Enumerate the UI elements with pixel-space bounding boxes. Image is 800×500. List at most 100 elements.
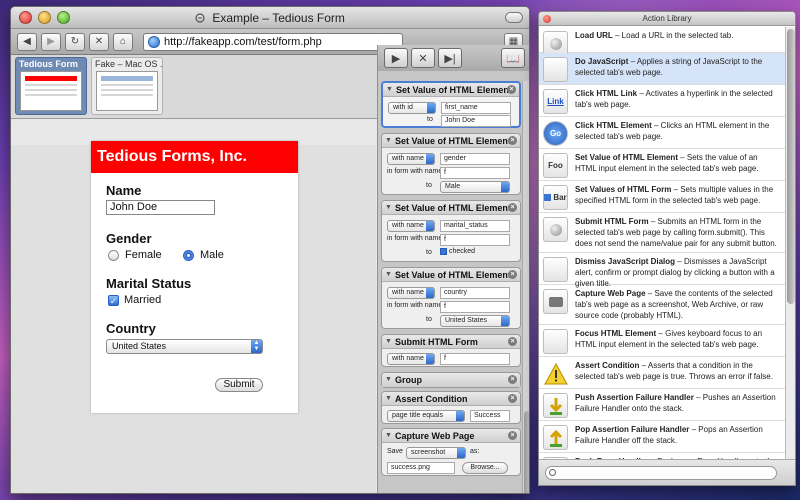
- run-button[interactable]: ▶: [384, 48, 408, 68]
- female-radio[interactable]: [108, 249, 119, 261]
- checked-checkbox[interactable]: [440, 248, 447, 255]
- remove-action-icon[interactable]: ×: [508, 394, 517, 403]
- condition-select[interactable]: page title equals: [387, 410, 465, 422]
- library-item[interactable]: Do JavaScript – Applies a string of Java…: [539, 53, 785, 85]
- element-name-field[interactable]: gender: [440, 153, 510, 165]
- action-scrollbar[interactable]: [522, 81, 529, 493]
- selector-type-select[interactable]: with name: [387, 153, 435, 165]
- action-group[interactable]: ▼ Group ×: [381, 372, 521, 388]
- save-type-select[interactable]: screenshot: [406, 447, 466, 459]
- remove-action-icon[interactable]: ×: [508, 136, 517, 145]
- element-id-field[interactable]: first_name: [441, 102, 511, 114]
- document-icon: [195, 13, 205, 23]
- go-icon: Go: [543, 121, 568, 146]
- tab-label: Fake – Mac OS ...: [95, 59, 162, 69]
- male-radio[interactable]: [183, 249, 194, 261]
- country-select[interactable]: United States ▲ ▼: [106, 339, 263, 354]
- selector-type-select[interactable]: with name: [387, 287, 435, 299]
- library-item[interactable]: Pop Assertion Failure Handler – Pops an …: [539, 421, 785, 453]
- element-name-field[interactable]: country: [440, 287, 510, 299]
- library-item[interactable]: Dismiss JavaScript Dialog – Dismisses a …: [539, 253, 785, 288]
- close-window-button[interactable]: [19, 11, 32, 24]
- zoom-window-button[interactable]: [57, 11, 70, 24]
- minimize-window-button[interactable]: [38, 11, 51, 24]
- remove-action-icon[interactable]: ×: [508, 431, 517, 440]
- gender-value-select[interactable]: Male: [440, 181, 510, 193]
- library-item-name: Capture Web Page: [575, 289, 646, 298]
- to-label: to: [427, 116, 433, 123]
- step-button[interactable]: ▶|: [438, 48, 462, 68]
- remove-action-icon[interactable]: ×: [508, 203, 517, 212]
- library-item[interactable]: Go Click HTML Element – Clicks an HTML el…: [539, 117, 785, 149]
- gender-male-option[interactable]: Male: [183, 249, 224, 261]
- condition-value-field[interactable]: Success: [470, 410, 510, 422]
- library-scrollbar[interactable]: [785, 27, 795, 459]
- selector-type-select[interactable]: with name: [387, 220, 435, 232]
- back-button[interactable]: ◀: [17, 32, 37, 51]
- stop-workflow-button[interactable]: ✕: [411, 48, 435, 68]
- forward-button[interactable]: ▶: [41, 32, 61, 51]
- action-set-value-country[interactable]: ▼ Set Value of HTML Element × with name co…: [381, 267, 521, 329]
- library-title: Action Library: [642, 14, 692, 23]
- value-field[interactable]: John Doe: [441, 115, 511, 127]
- browse-button[interactable]: Browse...: [462, 462, 508, 474]
- married-option[interactable]: ✓ Married: [108, 294, 161, 306]
- form-name-field[interactable]: f: [440, 234, 510, 246]
- checked-label: checked: [449, 248, 476, 255]
- library-item[interactable]: Bar Set Values of HTML Form – Sets multip…: [539, 181, 785, 213]
- action-set-value-first-name[interactable]: ▼ Set Value of HTML Element × with id firs…: [381, 81, 521, 128]
- title-bar: Example – Tedious Form: [11, 7, 529, 29]
- scroll-knob[interactable]: [524, 411, 529, 493]
- library-item[interactable]: Submit HTML Form – Submits an HTML form …: [539, 213, 785, 253]
- selector-type-select[interactable]: with name: [387, 353, 435, 365]
- form-name-field[interactable]: f: [440, 301, 510, 313]
- library-item[interactable]: Push Assertion Failure Handler – Pushes …: [539, 389, 785, 421]
- home-button[interactable]: ⌂: [113, 32, 133, 51]
- library-button[interactable]: 📖: [501, 48, 525, 68]
- library-item[interactable]: Capture Web Page – Save the contents of …: [539, 285, 785, 325]
- tab-thumbnail-fake[interactable]: Fake – Mac OS ...: [91, 57, 163, 115]
- stop-button[interactable]: ✕: [89, 32, 109, 51]
- library-item-name: Do JavaScript: [575, 57, 629, 66]
- action-title: ▼ Capture Web Page ×: [382, 429, 520, 443]
- form-name-field[interactable]: f: [440, 353, 510, 365]
- remove-action-icon[interactable]: ×: [508, 270, 517, 279]
- submit-button[interactable]: Submit: [215, 378, 263, 392]
- form-name-field[interactable]: f: [440, 167, 510, 179]
- name-input[interactable]: John Doe: [106, 200, 215, 215]
- scroll-knob[interactable]: [787, 29, 795, 304]
- gender-female-option[interactable]: Female: [108, 249, 162, 261]
- form-name-label: in form with name: [387, 168, 443, 175]
- element-name-field[interactable]: marital_status: [440, 220, 510, 232]
- action-set-value-marital[interactable]: ▼ Set Value of HTML Element × with name ma…: [381, 200, 521, 262]
- library-item[interactable]: Load URL – Load a URL in the selected ta…: [539, 27, 785, 56]
- stop-icon: ✕: [418, 52, 428, 65]
- close-library-button[interactable]: [543, 15, 551, 23]
- library-item[interactable]: Focus HTML Element – Gives keyboard focu…: [539, 325, 785, 357]
- tab-thumbnail-tedious-form[interactable]: Tedious Form: [15, 57, 87, 115]
- action-assert-condition[interactable]: ▼ Assert Condition × page title equals Suc…: [381, 391, 521, 424]
- link-icon: Link: [543, 89, 568, 114]
- action-title: ▼ Assert Condition ×: [382, 392, 520, 406]
- reload-button[interactable]: ↻: [65, 32, 85, 51]
- save-label: Save: [387, 448, 403, 455]
- filename-field[interactable]: success.png: [387, 462, 455, 474]
- remove-action-icon[interactable]: ×: [508, 375, 517, 384]
- address-bar[interactable]: http://fakeapp.com/test/form.php: [143, 32, 403, 51]
- toolbar-toggle-button[interactable]: [505, 12, 523, 23]
- library-item[interactable]: Foo Set Value of HTML Element – Sets the …: [539, 149, 785, 181]
- married-checkbox[interactable]: ✓: [108, 294, 119, 306]
- action-capture-web-page[interactable]: ▼ Capture Web Page × Save screenshot as: s…: [381, 428, 521, 476]
- action-submit-form[interactable]: ▼ Submit HTML Form × with name f: [381, 334, 521, 367]
- library-item[interactable]: Link Click HTML Link – Activates a hyperl…: [539, 85, 785, 117]
- step-icon: ▶|: [444, 52, 456, 65]
- tab-preview: [96, 71, 158, 111]
- library-search-field[interactable]: [545, 466, 777, 480]
- library-item[interactable]: Assert Condition – Asserts that a condit…: [539, 357, 785, 389]
- action-set-value-gender[interactable]: ▼ Set Value of HTML Element × with name ge…: [381, 133, 521, 195]
- remove-action-icon[interactable]: ×: [507, 85, 516, 94]
- library-item-name: Click HTML Element: [575, 121, 652, 130]
- remove-action-icon[interactable]: ×: [508, 337, 517, 346]
- selector-type-select[interactable]: with id: [388, 102, 436, 114]
- country-value-select[interactable]: United States: [440, 315, 510, 327]
